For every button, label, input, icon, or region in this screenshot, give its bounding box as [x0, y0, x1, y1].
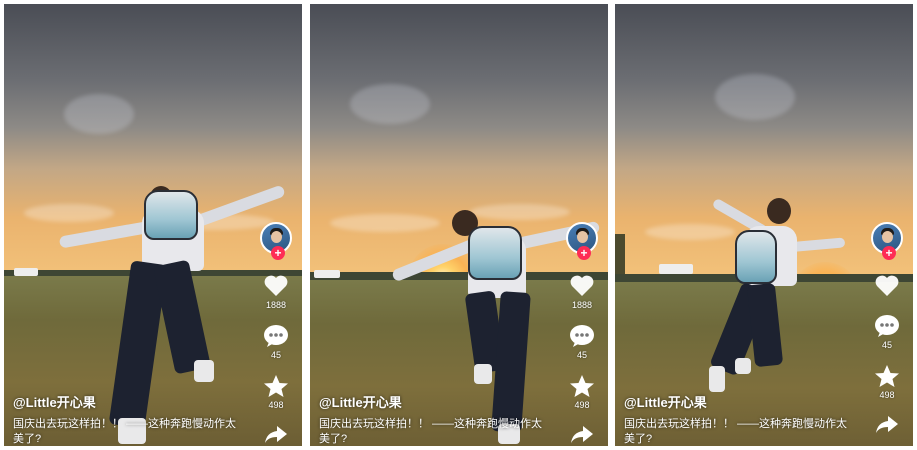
- like-count: 1888: [571, 300, 593, 310]
- comment-icon: [570, 325, 594, 347]
- share-icon: [265, 426, 287, 443]
- favorite-button[interactable]: 498: [874, 364, 900, 400]
- favorite-count: 498: [574, 400, 590, 410]
- video-caption: 国庆出去玩这样拍！！ ——这种奔跑慢动作太美了?: [13, 418, 237, 445]
- share-button[interactable]: [874, 414, 900, 434]
- username[interactable]: @Little开心果: [624, 392, 853, 411]
- action-bar: + 45 498: [867, 222, 907, 434]
- share-icon: [876, 416, 898, 433]
- like-button[interactable]: 1888: [263, 274, 289, 310]
- plus-icon[interactable]: +: [577, 246, 591, 260]
- caption-block: @Little开心果 国庆出去玩这样拍！！ ——这种奔跑慢动作太美了?: [13, 392, 242, 446]
- star-icon: [264, 375, 288, 397]
- username[interactable]: @Little开心果: [13, 392, 242, 411]
- author-avatar[interactable]: +: [260, 222, 292, 260]
- comment-button[interactable]: 45: [263, 324, 289, 360]
- comment-icon: [875, 315, 899, 337]
- comment-count: 45: [881, 340, 892, 350]
- comment-button[interactable]: 45: [874, 314, 900, 350]
- favorite-button[interactable]: 498: [569, 374, 595, 410]
- caption-block: @Little开心果 国庆出去玩这样拍！！ ——这种奔跑慢动作太美了?: [319, 392, 548, 446]
- video-panel-2[interactable]: + 1888 45 498 @Little开心果 国庆出去玩这样拍！！ ——这种…: [310, 4, 608, 446]
- comment-icon: [264, 325, 288, 347]
- star-icon: [570, 375, 594, 397]
- username[interactable]: @Little开心果: [319, 392, 548, 411]
- author-avatar[interactable]: +: [871, 222, 903, 260]
- favorite-count: 498: [268, 400, 284, 410]
- author-avatar[interactable]: +: [566, 222, 598, 260]
- star-icon: [875, 365, 899, 387]
- comment-count: 45: [576, 350, 587, 360]
- heart-icon: [264, 275, 288, 296]
- favorite-count: 498: [879, 390, 895, 400]
- video-caption: 国庆出去玩这样拍！！ ——这种奔跑慢动作太美了?: [624, 418, 848, 445]
- share-icon: [571, 426, 593, 443]
- like-count: 1888: [265, 300, 287, 310]
- video-caption: 国庆出去玩这样拍！！ ——这种奔跑慢动作太美了?: [319, 418, 543, 445]
- action-bar: + 1888 45 498: [562, 222, 602, 444]
- plus-icon[interactable]: +: [882, 246, 896, 260]
- action-bar: + 1888 45 498: [256, 222, 296, 444]
- like-button[interactable]: 1888: [569, 274, 595, 310]
- like-button[interactable]: [874, 274, 900, 300]
- comment-button[interactable]: 45: [569, 324, 595, 360]
- share-button[interactable]: [263, 424, 289, 444]
- plus-icon[interactable]: +: [271, 246, 285, 260]
- heart-icon: [875, 275, 899, 296]
- heart-icon: [570, 275, 594, 296]
- comment-count: 45: [270, 350, 281, 360]
- share-button[interactable]: [569, 424, 595, 444]
- favorite-button[interactable]: 498: [263, 374, 289, 410]
- caption-block: @Little开心果 国庆出去玩这样拍！！ ——这种奔跑慢动作太美了?: [624, 392, 853, 446]
- video-panel-1[interactable]: + 1888 45 498 @Little开心果 国庆出去玩这样拍！！ ——这种…: [4, 4, 302, 446]
- video-panel-3[interactable]: + 45 498 @Little开心果 国庆出去玩这样拍！！ ——这种奔跑慢动作…: [615, 4, 913, 446]
